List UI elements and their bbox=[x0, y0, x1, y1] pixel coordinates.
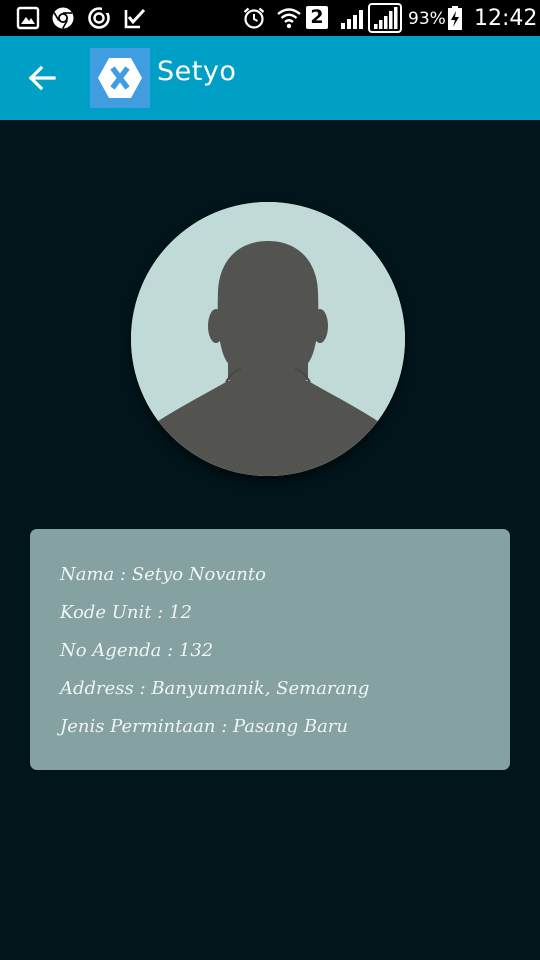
status-bar: 2 93% 12:42 bbox=[0, 0, 540, 36]
signal-icon bbox=[340, 6, 368, 30]
field-address: Address : Banyumanik, Semarang bbox=[60, 678, 369, 699]
signal-icon bbox=[368, 3, 402, 33]
clock-time: 12:42 bbox=[474, 6, 538, 31]
back-button[interactable] bbox=[22, 58, 62, 98]
field-label: Nama bbox=[60, 564, 115, 585]
field-value: Banyumanik, Semarang bbox=[151, 678, 370, 699]
battery-charging-icon bbox=[447, 6, 463, 30]
field-jenis-permintaan: Jenis Permintaan : Pasang Baru bbox=[60, 716, 348, 737]
field-value: 12 bbox=[169, 602, 192, 623]
app-bar: Setyo bbox=[0, 36, 540, 120]
image-icon bbox=[16, 6, 40, 30]
field-kode-unit: Kode Unit : 12 bbox=[60, 602, 192, 623]
app-logo bbox=[90, 48, 150, 108]
field-separator: : bbox=[167, 640, 174, 661]
app-title: Setyo bbox=[157, 56, 237, 87]
xamarin-logo-icon bbox=[90, 48, 150, 108]
battery-percent: 93% bbox=[408, 9, 446, 29]
field-no-agenda: No Agenda : 132 bbox=[60, 640, 213, 661]
screen: 2 93% 12:42 Setyo Nama: Setyo Novanto K… bbox=[0, 0, 540, 960]
field-separator: : bbox=[120, 564, 127, 585]
chrome-icon bbox=[51, 6, 75, 30]
sim-slot-badge: 2 bbox=[306, 6, 328, 29]
alarm-icon bbox=[242, 6, 266, 30]
field-separator: : bbox=[157, 602, 164, 623]
info-card: Nama : Setyo Novanto Kode Unit : 12 No A… bbox=[30, 529, 510, 770]
field-label: No Agenda bbox=[60, 640, 162, 661]
sync-icon bbox=[87, 6, 111, 30]
task-check-icon bbox=[123, 6, 147, 30]
arrow-left-icon bbox=[28, 65, 56, 91]
field-nama: Nama : Setyo Novanto bbox=[60, 564, 266, 585]
user-silhouette-icon bbox=[131, 202, 405, 476]
field-separator: : bbox=[221, 716, 228, 737]
field-value: Setyo Novanto bbox=[131, 564, 266, 585]
field-label: Jenis Permintaan bbox=[60, 716, 216, 737]
field-label: Address bbox=[60, 678, 134, 699]
wifi-icon bbox=[276, 6, 301, 30]
avatar bbox=[131, 202, 405, 476]
field-label: Kode Unit bbox=[60, 602, 152, 623]
field-value: 132 bbox=[178, 640, 214, 661]
field-separator: : bbox=[139, 678, 146, 699]
field-value: Pasang Baru bbox=[233, 716, 348, 737]
